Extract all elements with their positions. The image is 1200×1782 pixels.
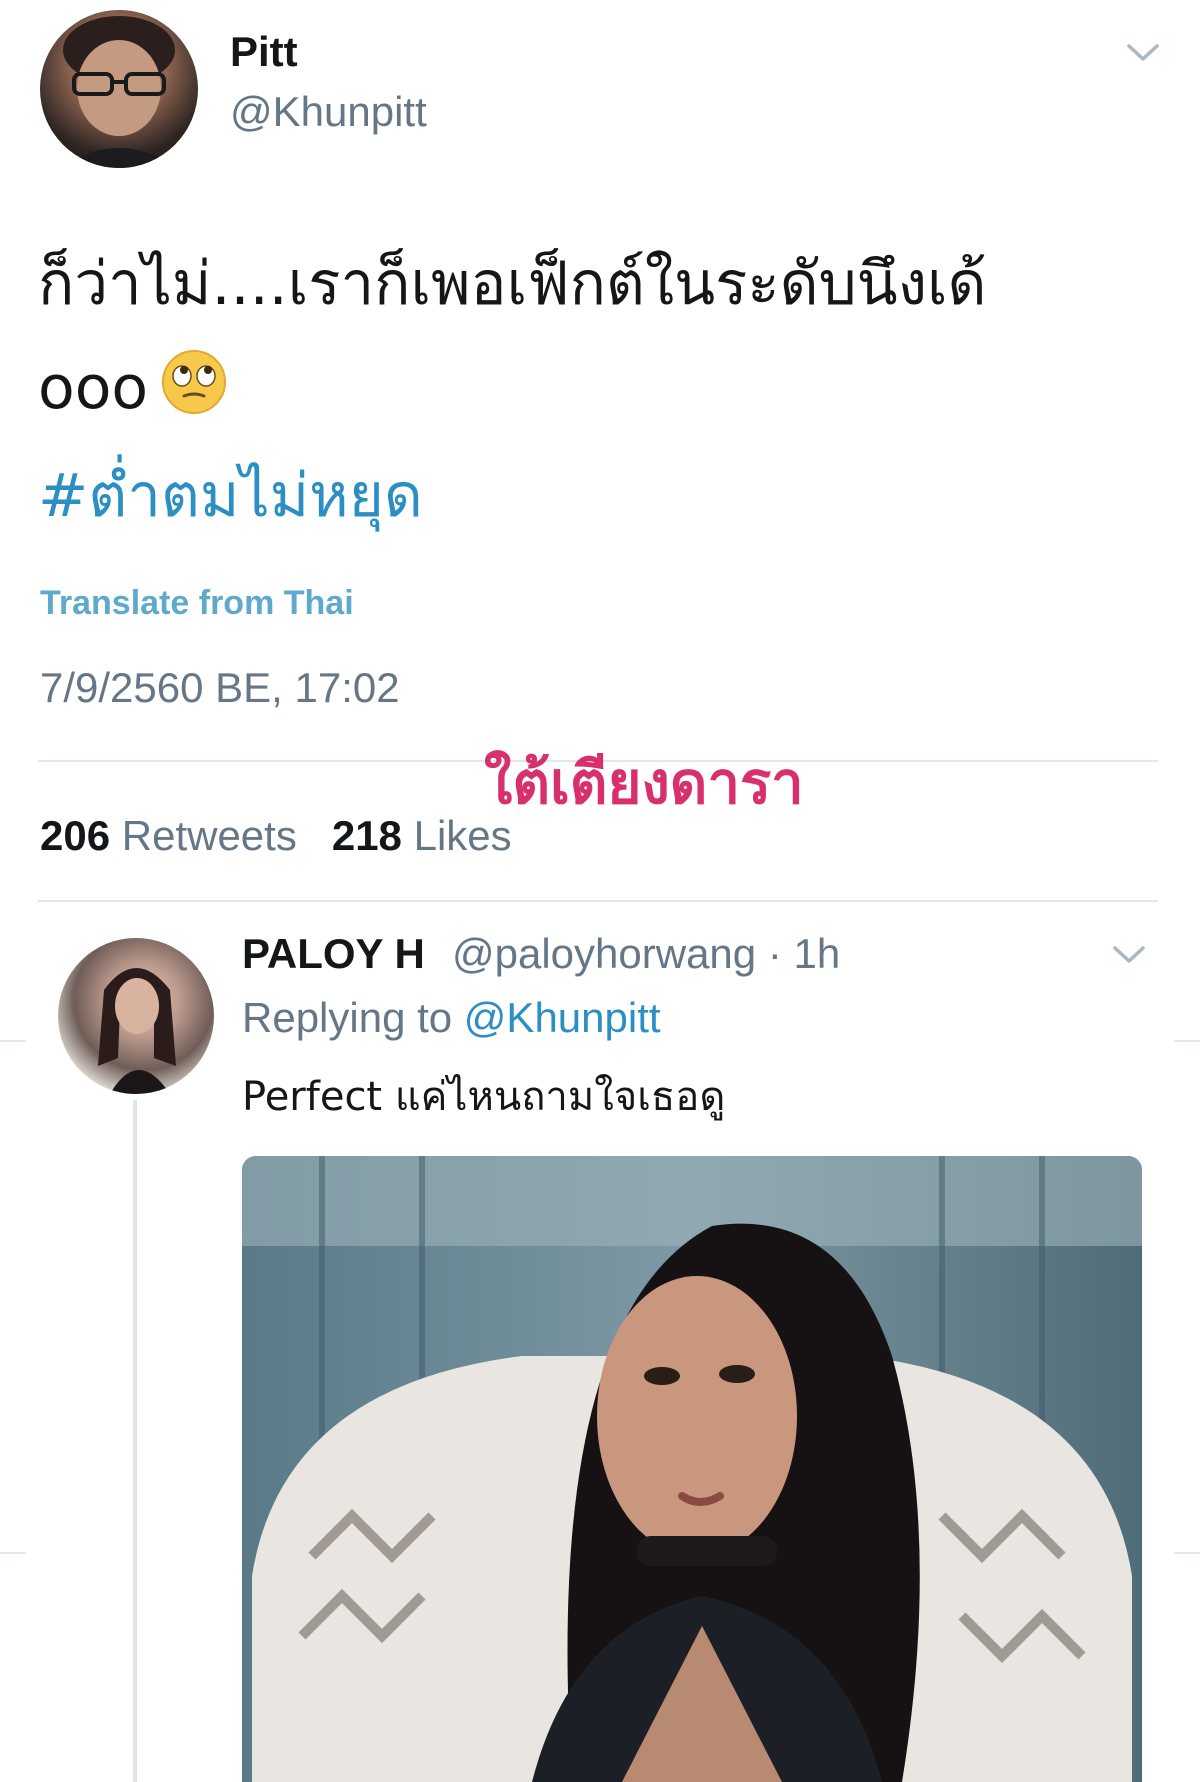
author-avatar[interactable] bbox=[40, 10, 198, 168]
tweet-timestamp: 7/9/2560 BE, 17:02 bbox=[40, 664, 400, 711]
face-with-rolling-eyes-icon bbox=[162, 350, 227, 414]
likes-label[interactable]: Likes bbox=[414, 812, 512, 859]
replying-prefix: Replying to bbox=[242, 994, 453, 1041]
watermark: ใต้เตียงดารา bbox=[484, 749, 804, 817]
divider bbox=[38, 900, 1158, 902]
tweet-stats: 206 Retweets 218 Likes bbox=[40, 812, 512, 860]
tweet-text-line2: ooo bbox=[38, 353, 149, 423]
reply-media[interactable] bbox=[242, 1156, 1142, 1782]
replying-to: Replying to @Khunpitt bbox=[242, 994, 661, 1042]
avatar-portrait bbox=[98, 968, 176, 1094]
avatar-portrait bbox=[60, 16, 178, 168]
hashtag-link[interactable]: #ต่ำตมไม่หยุด bbox=[38, 448, 423, 543]
media-image bbox=[242, 1156, 1142, 1782]
author-handle[interactable]: @Khunpitt bbox=[230, 88, 427, 136]
divider bbox=[1174, 1040, 1200, 1042]
tweet-text-line1: ก็ว่าไม่....เราก็เพอเฟ็กต์ในระดับนึงเด้ bbox=[38, 249, 987, 319]
replying-handle-link[interactable]: @Khunpitt bbox=[464, 994, 661, 1041]
divider bbox=[0, 1040, 26, 1042]
divider bbox=[1174, 1552, 1200, 1554]
retweets-label[interactable]: Retweets bbox=[122, 812, 297, 859]
author-name[interactable]: Pitt bbox=[230, 28, 298, 76]
divider bbox=[0, 1552, 26, 1554]
translate-link[interactable]: Translate from Thai bbox=[40, 584, 354, 623]
retweets-count[interactable]: 206 bbox=[40, 812, 110, 859]
chevron-down-icon[interactable] bbox=[1112, 944, 1146, 966]
reply-author-handle[interactable]: @paloyhorwang · 1h bbox=[452, 930, 840, 978]
chevron-down-icon[interactable] bbox=[1126, 42, 1160, 64]
reply-author-avatar[interactable] bbox=[58, 938, 214, 1094]
likes-count[interactable]: 218 bbox=[332, 812, 402, 859]
reply-text: Perfect แค่ไหนถามใจเธอดู bbox=[242, 1074, 726, 1120]
reply-author-name[interactable]: PALOY H bbox=[242, 930, 425, 978]
thread-line bbox=[133, 1100, 137, 1782]
tweet-text: ก็ว่าไม่....เราก็เพอเฟ็กต์ในระดับนึงเด้ … bbox=[38, 232, 1148, 440]
